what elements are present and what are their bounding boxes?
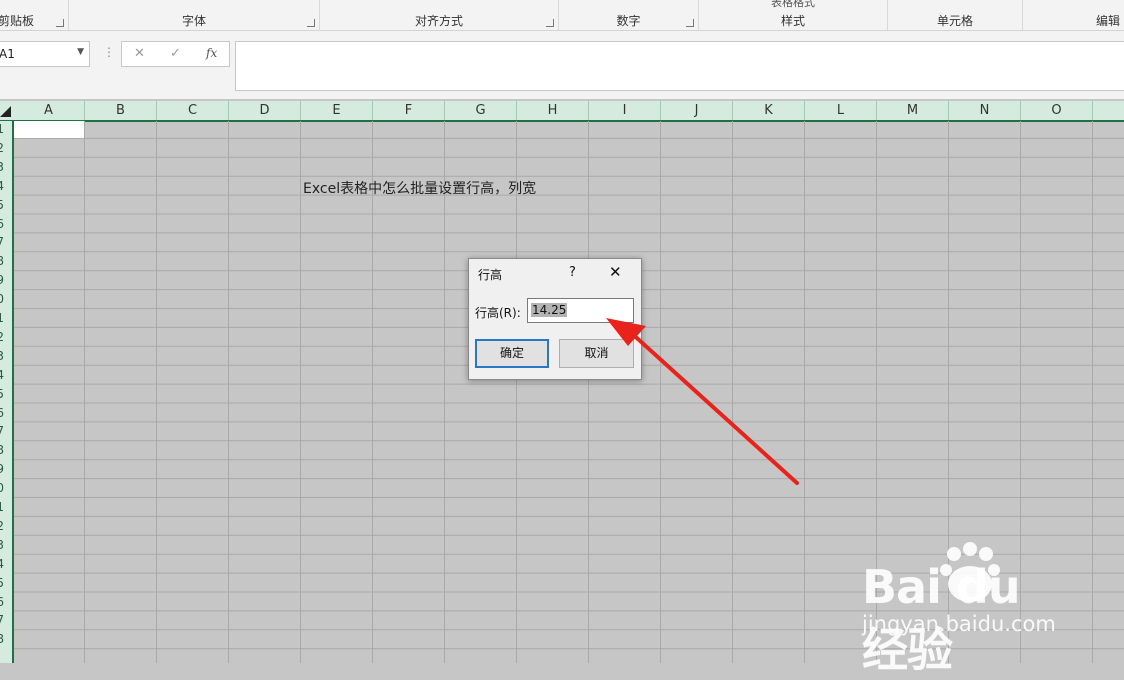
row-header-9[interactable]: 9 xyxy=(0,273,4,287)
column-header-b[interactable]: B xyxy=(85,101,157,120)
column-header-o[interactable]: O xyxy=(1021,101,1093,120)
row-header-27[interactable]: 27 xyxy=(0,613,4,627)
ribbon-group-alignment-label: 对齐方式 xyxy=(414,14,463,28)
row-header-25[interactable]: 25 xyxy=(0,576,4,590)
ribbon-group-editing: 编辑 xyxy=(1023,0,1124,30)
column-header-n[interactable]: N xyxy=(949,101,1021,120)
row-header-2[interactable]: 2 xyxy=(0,141,4,155)
ribbon-group-labels: 剪贴板 字体 对齐方式 数字 表格格式 样式 单元格 编辑 xyxy=(0,0,1124,31)
dialog-launcher-icon[interactable] xyxy=(56,19,64,27)
select-all-icon[interactable] xyxy=(0,106,11,117)
column-header-m[interactable]: M xyxy=(877,101,949,120)
row-header-13[interactable]: 13 xyxy=(0,349,4,363)
watermark-url: jingyan.baidu.com xyxy=(862,612,1056,636)
ribbon-group-editing-label: 编辑 xyxy=(1096,14,1121,28)
row-header-15[interactable]: 15 xyxy=(0,387,4,401)
row-header-20[interactable]: 20 xyxy=(0,481,4,495)
row-header-1[interactable]: 1 xyxy=(0,122,4,136)
row-headers: 1234567891011121314151617181920212223242… xyxy=(0,121,14,663)
ribbon-group-font-label: 字体 xyxy=(181,14,206,28)
insert-function-icon[interactable]: fx xyxy=(206,46,217,60)
dialog-title: 行高 xyxy=(478,268,503,282)
column-header-h[interactable]: H xyxy=(517,101,589,120)
ribbon-format-as-table-label[interactable]: 表格格式 xyxy=(699,0,887,10)
row-header-26[interactable]: 26 xyxy=(0,595,4,609)
row-header-19[interactable]: 19 xyxy=(0,462,4,476)
enter-check-icon[interactable]: ✓ xyxy=(170,46,181,61)
column-header-i[interactable]: I xyxy=(589,101,661,120)
ribbon-group-number-label: 数字 xyxy=(616,14,641,28)
row-height-value: 14.25 xyxy=(531,303,568,317)
ribbon-group-cells-label: 单元格 xyxy=(936,14,973,28)
row-header-12[interactable]: 12 xyxy=(0,330,4,344)
formula-buttons: ✕ ✓ fx xyxy=(121,41,230,67)
ribbon-group-font: 字体 xyxy=(69,0,320,30)
row-header-22[interactable]: 22 xyxy=(0,519,4,533)
ribbon-group-alignment: 对齐方式 xyxy=(320,0,559,30)
row-header-4[interactable]: 4 xyxy=(0,179,4,193)
column-header-g[interactable]: G xyxy=(445,101,517,120)
close-icon[interactable]: ✕ xyxy=(609,264,622,280)
row-header-17[interactable]: 17 xyxy=(0,424,4,438)
column-header-j[interactable]: J xyxy=(661,101,733,120)
row-header-18[interactable]: 18 xyxy=(0,443,4,457)
row-height-input[interactable]: 14.25 xyxy=(527,298,634,323)
row-header-28[interactable]: 28 xyxy=(0,632,4,646)
row-header-14[interactable]: 14 xyxy=(0,368,4,382)
row-header-23[interactable]: 23 xyxy=(0,538,4,552)
formula-bar-area: A1 ▼ ⋮ ✕ ✓ fx xyxy=(0,31,1124,99)
baidu-watermark: Bai du 经验 jingyan.baidu.com xyxy=(862,540,1072,677)
dialog-launcher-icon[interactable] xyxy=(307,19,315,27)
more-options-icon[interactable]: ⋮ xyxy=(103,45,115,59)
chevron-down-icon[interactable]: ▼ xyxy=(77,47,84,57)
cancel-button[interactable]: 取消 xyxy=(559,339,634,368)
ribbon-group-cells: 单元格 xyxy=(888,0,1023,30)
formula-input[interactable] xyxy=(235,41,1124,91)
row-header-8[interactable]: 8 xyxy=(0,254,4,268)
column-headers: ABCDEFGHIJKLMNO xyxy=(0,101,1124,122)
row-header-16[interactable]: 16 xyxy=(0,406,4,420)
row-header-6[interactable]: 6 xyxy=(0,217,4,231)
name-box[interactable]: A1 ▼ xyxy=(0,41,90,67)
row-height-dialog: 行高 ? ✕ 行高(R): 14.25 确定 取消 xyxy=(468,258,642,380)
row-height-label: 行高(R): xyxy=(475,306,521,320)
column-header-d[interactable]: D xyxy=(229,101,301,120)
ribbon-group-styles-label: 样式 xyxy=(780,14,805,28)
ribbon-group-styles: 表格格式 样式 xyxy=(699,0,888,30)
row-header-24[interactable]: 24 xyxy=(0,557,4,571)
ok-button[interactable]: 确定 xyxy=(475,339,549,368)
column-header-f[interactable]: F xyxy=(373,101,445,120)
ribbon-group-number: 数字 xyxy=(559,0,699,30)
help-icon[interactable]: ? xyxy=(569,265,576,280)
dialog-launcher-icon[interactable] xyxy=(546,19,554,27)
column-header-k[interactable]: K xyxy=(733,101,805,120)
ribbon-group-clipboard: 剪贴板 xyxy=(0,0,69,30)
row-header-3[interactable]: 3 xyxy=(0,160,4,174)
active-cell-a1[interactable] xyxy=(14,121,84,138)
column-header-e[interactable]: E xyxy=(301,101,373,120)
column-header-c[interactable]: C xyxy=(157,101,229,120)
row-header-21[interactable]: 21 xyxy=(0,500,4,514)
name-box-value: A1 xyxy=(0,47,15,61)
dialog-launcher-icon[interactable] xyxy=(686,19,694,27)
row-header-7[interactable]: 7 xyxy=(0,235,4,249)
cancel-entry-icon[interactable]: ✕ xyxy=(134,46,145,61)
row-header-11[interactable]: 11 xyxy=(0,311,4,325)
column-header-l[interactable]: L xyxy=(805,101,877,120)
row-header-5[interactable]: 5 xyxy=(0,198,4,212)
cell-e4-text[interactable]: Excel表格中怎么批量设置行高，列宽 xyxy=(303,178,536,198)
column-header-a[interactable]: A xyxy=(13,101,85,120)
row-header-10[interactable]: 10 xyxy=(0,292,4,306)
